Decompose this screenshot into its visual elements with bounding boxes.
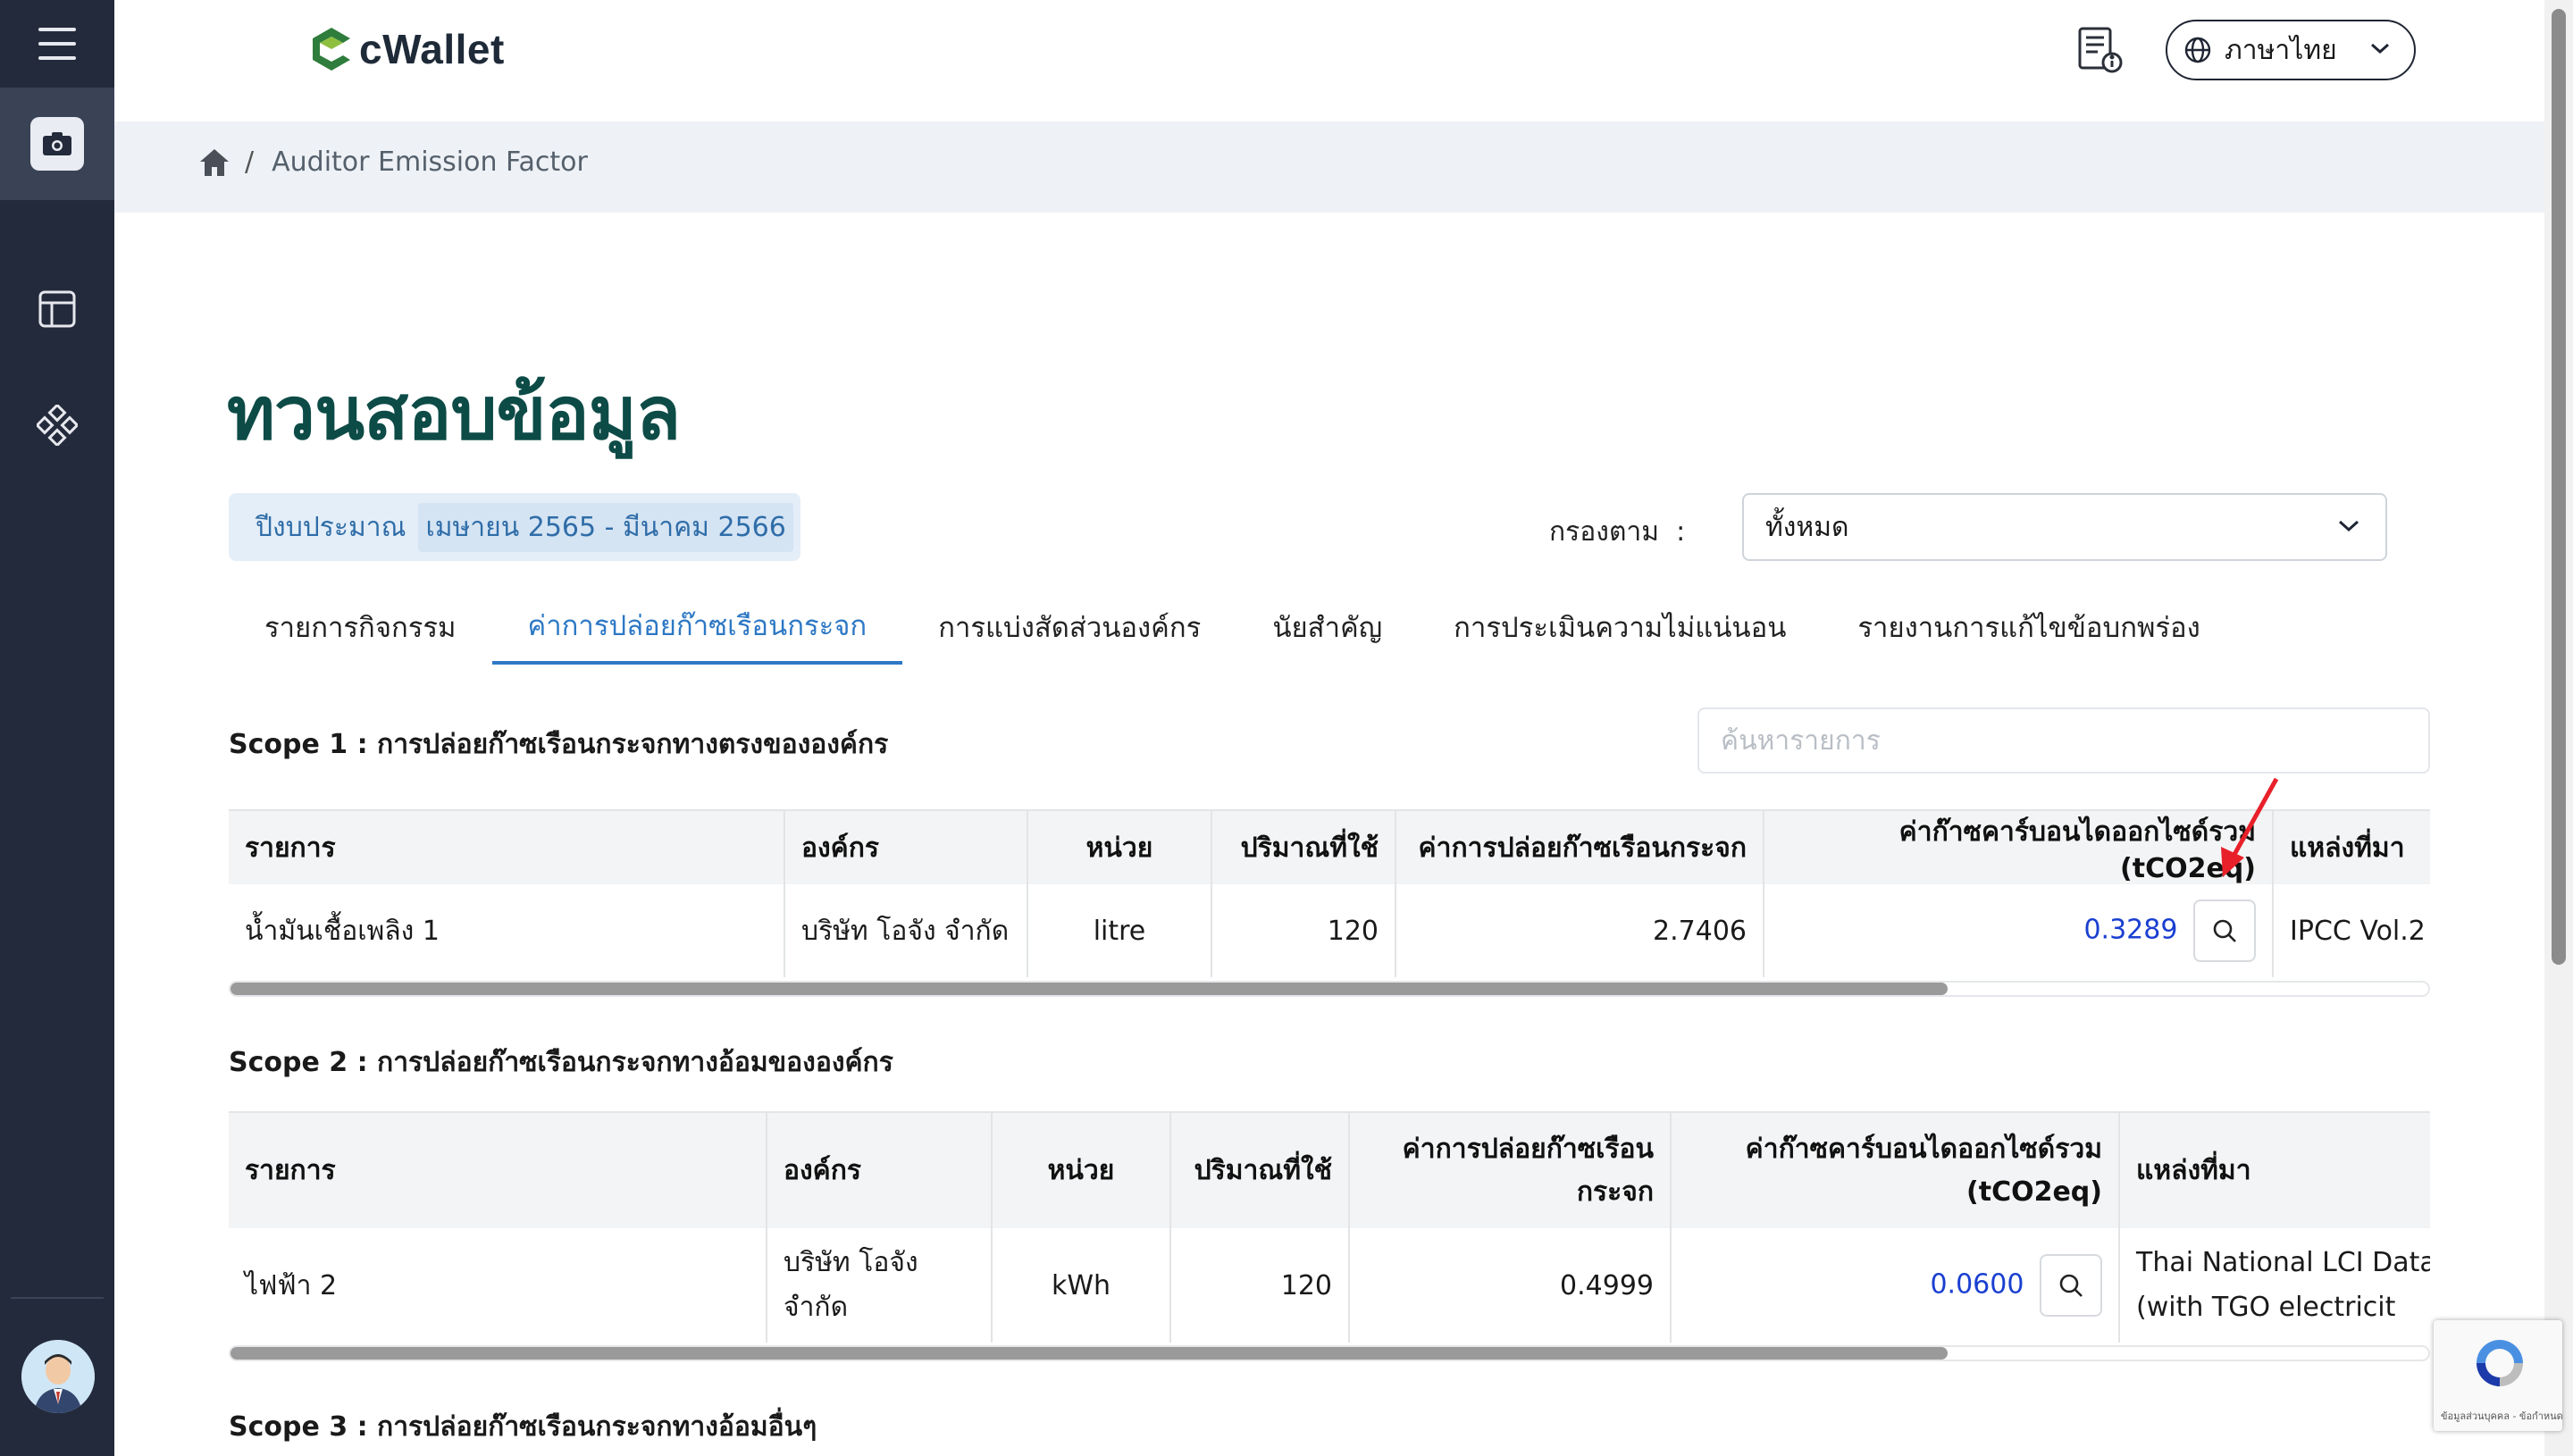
filter-select[interactable]: ทั้งหมด	[1742, 493, 2387, 561]
cell-org: บริษัท โอจัง จำกัด	[767, 1228, 993, 1343]
col-header-unit[interactable]: หน่วย	[1027, 809, 1212, 884]
scope2-title: Scope 2 : การปล่อยก๊าซเรือนกระจกทางอ้อมข…	[229, 1047, 893, 1078]
fiscal-value: เมษายน 2565 - มีนาคม 2566	[418, 502, 793, 552]
table-header-row: รายการ องค์กร หน่วย ปริมาณที่ใช้ ค่าการป…	[229, 809, 2430, 884]
chevron-down-icon	[2371, 43, 2389, 54]
cell-unit: litre	[1027, 884, 1212, 977]
scrollbar-thumb[interactable]	[230, 983, 1948, 995]
cell-source: IPCC Vol.2 t	[2273, 884, 2430, 977]
scope2-table: รายการ องค์กร หน่วย ปริมาณที่ใช้ ค่าการป…	[229, 1111, 2430, 1343]
view-detail-button[interactable]	[2040, 1254, 2102, 1317]
scope2-horizontal-scrollbar[interactable]	[229, 1345, 2430, 1361]
search-input[interactable]	[1697, 707, 2430, 774]
sidebar-item-dashboard[interactable]	[0, 273, 114, 345]
scope3-title: Scope 3 : การปล่อยก๊าซเรือนกระจกทางอ้อมอ…	[229, 1411, 817, 1443]
search-icon	[2059, 1274, 2083, 1297]
top-header: cWallet ภาษาไทย	[114, 0, 2544, 121]
menu-button[interactable]	[0, 0, 114, 88]
avatar[interactable]	[21, 1340, 95, 1413]
col-header-ef[interactable]: ค่าการปล่อยก๊าซเรือนกระจก	[1395, 809, 1764, 884]
scrollbar-thumb[interactable]	[230, 1347, 1948, 1360]
col-header-item[interactable]: รายการ	[229, 1111, 767, 1228]
col-header-source[interactable]: แหล่งที่มา	[2273, 809, 2430, 884]
col-header-item[interactable]: รายการ	[229, 809, 785, 884]
sidebar-item-camera[interactable]	[0, 88, 114, 200]
scope1-horizontal-scrollbar[interactable]	[229, 981, 2430, 997]
total-link[interactable]: 0.0600	[1930, 1269, 2024, 1301]
tab-significance[interactable]: นัยสำคัญ	[1236, 590, 1418, 665]
logo[interactable]: cWallet	[311, 25, 505, 73]
cell-qty: 120	[1211, 884, 1396, 977]
camera-icon	[30, 117, 84, 171]
tab-emission-factor[interactable]: ค่าการปล่อยก๊าซเรือนกระจก	[491, 590, 903, 665]
cell-source: Thai National LCI Datab AR5 (with TGO el…	[2119, 1228, 2430, 1343]
scrollbar-thumb[interactable]	[2552, 9, 2566, 965]
scope1-table: รายการ องค์กร หน่วย ปริมาณที่ใช้ ค่าการป…	[229, 809, 2430, 977]
cell-item: ไฟฟ้า 2	[229, 1228, 767, 1343]
breadcrumb: / Auditor Emission Factor	[114, 121, 2544, 213]
tab-bar: รายการกิจกรรม ค่าการปล่อยก๊าซเรือนกระจก …	[229, 590, 2236, 666]
fiscal-year-badge: ปีงบประมาณ เมษายน 2565 - มีนาคม 2566	[229, 493, 800, 561]
cell-total: 0.3289	[1764, 884, 2274, 977]
tab-org-allocation[interactable]: การแบ่งสัดส่วนองค์กร	[902, 590, 1236, 665]
hamburger-icon	[38, 22, 76, 65]
col-header-org[interactable]: องค์กร	[784, 809, 1028, 884]
components-icon	[37, 405, 78, 446]
layout-icon	[38, 290, 76, 328]
recaptcha-badge[interactable]: ข้อมูลส่วนบุคคล - ข้อกำหนด	[2434, 1320, 2563, 1431]
total-link[interactable]: 0.3289	[2083, 915, 2177, 946]
cell-total: 0.0600	[1671, 1228, 2120, 1343]
logo-icon	[313, 28, 350, 71]
page-vertical-scrollbar[interactable]	[2544, 0, 2573, 1456]
col-header-source[interactable]: แหล่งที่มา	[2119, 1111, 2430, 1228]
breadcrumb-separator: /	[245, 146, 255, 178]
tab-uncertainty[interactable]: การประเมินความไม่แน่นอน	[1418, 590, 1822, 665]
table-header-row: รายการ องค์กร หน่วย ปริมาณที่ใช้ ค่าการป…	[229, 1111, 2430, 1228]
chevron-down-icon	[2338, 520, 2359, 532]
recaptcha-icon	[2477, 1340, 2523, 1386]
logo-text: cWallet	[359, 26, 505, 72]
col-header-qty[interactable]: ปริมาณที่ใช้	[1211, 809, 1396, 884]
col-header-unit[interactable]: หน่วย	[992, 1111, 1171, 1228]
col-header-org[interactable]: องค์กร	[767, 1111, 993, 1228]
tab-activities[interactable]: รายการกิจกรรม	[229, 590, 492, 665]
breadcrumb-current: Auditor Emission Factor	[272, 146, 588, 178]
cell-unit: kWh	[992, 1228, 1171, 1343]
globe-icon	[2184, 37, 2211, 63]
view-detail-button[interactable]	[2193, 900, 2256, 962]
cell-item: น้ำมันเชื้อเพลิง 1	[229, 884, 785, 977]
scope1-title: Scope 1 : การปล่อยก๊าซเรือนกระจกทางตรงขอ…	[229, 729, 889, 760]
sidebar-divider	[11, 1297, 104, 1299]
sidebar-item-components[interactable]	[0, 389, 114, 461]
col-header-qty[interactable]: ปริมาณที่ใช้	[1170, 1111, 1350, 1228]
language-select[interactable]: ภาษาไทย	[2166, 20, 2416, 80]
recaptcha-text: ข้อมูลส่วนบุคคล - ข้อกำหนด	[2441, 1410, 2563, 1422]
document-info-icon[interactable]	[2074, 25, 2125, 75]
cell-ef: 0.4999	[1349, 1228, 1672, 1343]
language-label: ภาษาไทย	[2225, 34, 2337, 66]
fiscal-label: ปีงบประมาณ	[256, 511, 406, 543]
search-icon	[2213, 919, 2236, 942]
annotation-arrow	[2221, 777, 2279, 877]
sidebar	[0, 0, 114, 1456]
cell-ef: 2.7406	[1395, 884, 1764, 977]
table-row: ไฟฟ้า 2 บริษัท โอจัง จำกัด kWh 120 0.499…	[229, 1228, 2430, 1343]
col-header-total[interactable]: ค่าก๊าซคาร์บอนไดออกไซด์รวม (tCO2eq)	[1764, 809, 2274, 884]
filter-value: ทั้งหมด	[1765, 511, 1849, 543]
table-row: น้ำมันเชื้อเพลิง 1 บริษัท โอจัง จำกัด li…	[229, 884, 2430, 977]
col-header-ef[interactable]: ค่าการปล่อยก๊าซเรือนกระจก	[1349, 1111, 1672, 1228]
cell-qty: 120	[1170, 1228, 1350, 1343]
cell-org: บริษัท โอจัง จำกัด	[784, 884, 1028, 977]
col-header-total[interactable]: ค่าก๊าซคาร์บอนไดออกไซด์รวม (tCO2eq)	[1671, 1111, 2120, 1228]
filter-label: กรองตาม :	[1549, 516, 1686, 548]
home-icon[interactable]	[198, 147, 230, 178]
tab-corrective-report[interactable]: รายงานการแก้ไขข้อบกพร่อง	[1822, 590, 2235, 665]
page-title: ทวนสอบข้อมูล	[227, 372, 681, 456]
